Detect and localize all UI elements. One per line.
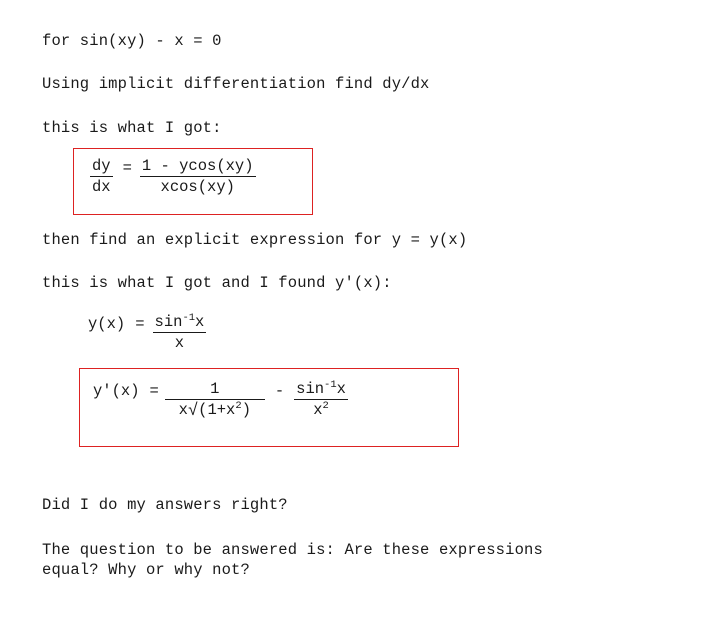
second-work-intro-line: this is what I got and I found y'(x): [42, 274, 392, 292]
radical-icon: √ [187, 402, 199, 421]
y-prime-lhs: y'(x) [93, 382, 140, 400]
check-question-line: Did I do my answers right? [42, 496, 288, 514]
y-prime-minus-operator: - [274, 382, 285, 400]
y-prime-term2-numerator: sin-1x [294, 378, 348, 400]
my-work-intro-line: this is what I got: [42, 119, 222, 137]
y-prime-term1-denominator-prefix: x [178, 401, 188, 419]
y-prime-term2-numerator-base: sin [296, 380, 325, 398]
next-instruction-line: then find an explicit expression for y =… [42, 231, 468, 249]
equation-y-of-x: y(x) = sin-1x x [88, 311, 207, 352]
y-prime-term2-numerator-exponent: -1 [324, 378, 337, 391]
y-of-x-denominator: x [174, 334, 185, 352]
document-page: for sin(xy) - x = 0 Using implicit diffe… [0, 0, 722, 639]
y-of-x-numerator-base: sin [154, 313, 183, 331]
y-prime-term1-fraction: 1 x√(1+x2) [164, 381, 265, 421]
y-prime-equals-sign: = [149, 382, 159, 400]
y-prime-term1-radicand-close: ) [241, 401, 251, 419]
dydx-left-fraction: dy dx [90, 158, 113, 196]
dydx-equals-sign: = [122, 159, 132, 177]
y-of-x-numerator-arg: x [195, 313, 205, 331]
y-of-x-equals-sign: = [135, 315, 145, 333]
y-prime-term2-fraction: sin-1x x2 [294, 378, 348, 419]
y-prime-term2-numerator-arg: x [336, 380, 346, 398]
dydx-rhs-denominator: xcos(xy) [160, 178, 235, 196]
y-prime-term1-radicand: (1+x [198, 401, 236, 419]
dydx-rhs-numerator: 1 - ycos(xy) [139, 157, 256, 177]
instruction-line: Using implicit differentiation find dy/d… [42, 75, 430, 93]
y-of-x-lhs: y(x) [88, 315, 126, 333]
equation-y-prime: y'(x) = 1 x√(1+x2) - sin-1x x2 [93, 378, 348, 421]
y-of-x-fraction: sin-1x x [152, 311, 207, 352]
final-question-line: The question to be answered is: Are thes… [42, 541, 543, 579]
y-of-x-numerator-exponent: -1 [182, 311, 196, 324]
y-prime-term2-denominator-exponent: 2 [322, 399, 329, 412]
y-prime-term2-denominator-base: x [313, 401, 323, 419]
dydx-lhs-denominator: dx [92, 178, 111, 196]
equation-dydx: dy dx = 1 - ycos(xy) xcos(xy) [90, 158, 256, 196]
y-prime-term1-numerator: 1 [164, 381, 265, 400]
dydx-right-fraction: 1 - ycos(xy) xcos(xy) [139, 157, 256, 196]
dydx-lhs-numerator: dy [90, 157, 113, 177]
y-prime-term1-denominator: x√(1+x2) [178, 400, 251, 421]
problem-statement-line: for sin(xy) - x = 0 [42, 32, 222, 50]
y-of-x-numerator: sin-1x [152, 311, 207, 333]
y-prime-term2-denominator: x2 [313, 400, 329, 419]
